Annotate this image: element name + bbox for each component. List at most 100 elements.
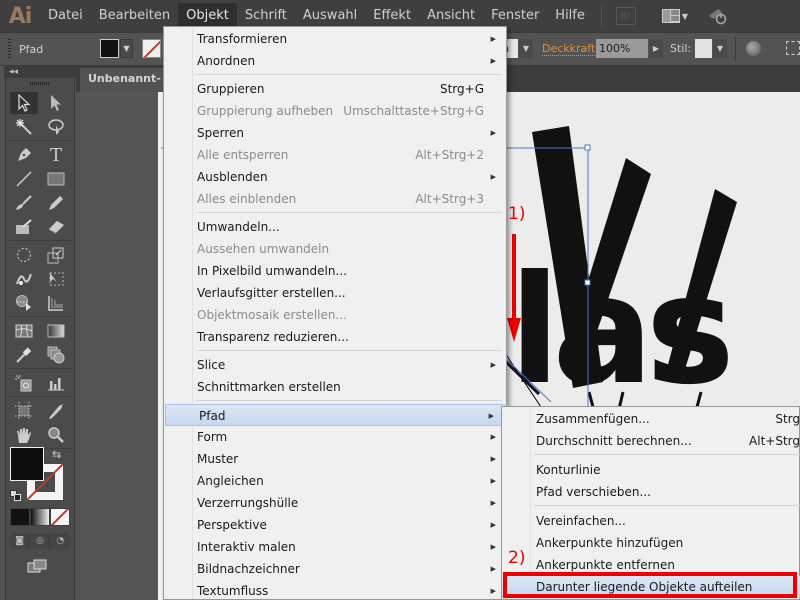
lasso-tool-icon[interactable] [42,116,70,138]
menu-item-schnittmarken-erstellen[interactable]: Schnittmarken erstellen [164,376,506,398]
line-segment-tool-icon[interactable] [10,168,38,190]
style-dropdown[interactable]: ▼ [713,39,727,58]
tool-divider [10,316,72,317]
toolbox-grip[interactable] [30,82,50,85]
hand-tool-icon[interactable] [10,424,38,446]
eraser-tool-icon[interactable] [42,216,70,238]
menu-item-label: Verlaufsgitter erstellen... [197,286,346,300]
menu-item-bildnachzeichner[interactable]: Bildnachzeichner ▶ [164,558,506,580]
free-transform-tool-icon[interactable] [42,268,70,290]
submenu-arrow-icon: ▶ [490,543,496,551]
isolate-object-icon[interactable] [786,41,800,55]
blend-tool-icon[interactable] [42,344,70,366]
menu-item-umwandeln[interactable]: Umwandeln... [164,216,506,238]
collapse-panel-icon[interactable]: ◂◂ [4,66,76,78]
menu-datei[interactable]: Datei [40,3,91,29]
menu-item-konturlinie[interactable]: Konturlinie [502,459,800,481]
rectangle-tool-icon[interactable] [42,168,70,190]
menu-item-angleichen[interactable]: Angleichen ▶ [164,470,506,492]
menu-item-gruppierung-aufheben: Gruppierung aufheben Umschalttaste+Strg+G [164,100,506,122]
menu-item-pfad-verschieben[interactable]: Pfad verschieben... [502,481,800,503]
menu-item-label: Zusammenfügen... [536,412,650,426]
pencil-tool-icon[interactable] [42,192,70,214]
panel-grip[interactable] [8,39,11,59]
default-fill-stroke-icon[interactable] [10,486,21,501]
menu-item-gruppieren[interactable]: Gruppieren Strg+G [164,78,506,100]
recolor-artwork-icon[interactable] [746,41,761,56]
menu-item-verlaufsgitter-erstellen[interactable]: Verlaufsgitter erstellen... [164,282,506,304]
blob-brush-tool-icon[interactable] [10,216,38,238]
opacity-slider-button[interactable]: ▶ [649,39,663,58]
menu-item-transformieren[interactable]: Transformieren ▶ [164,28,506,50]
menu-item-verzerrungshülle[interactable]: Verzerrungshülle ▶ [164,492,506,514]
zoom-tool-icon[interactable] [42,424,70,446]
selection-tool-icon[interactable] [10,92,38,114]
menu-hilfe[interactable]: Hilfe [547,3,593,29]
type-tool-icon[interactable]: T [42,144,70,166]
opacity-input[interactable]: 100% [596,39,648,58]
menu-item-muster[interactable]: Muster ▶ [164,448,506,470]
menu-item-label: Alle entsperren [197,148,289,162]
document-tab[interactable]: Unbenannt-1* [80,68,166,107]
menu-item-durchschnitt-berechnen[interactable]: Durchschnitt berechnen... Alt+Strg [502,430,800,452]
sync-settings-icon[interactable] [706,6,728,26]
menu-item-slice[interactable]: Slice ▶ [164,354,506,376]
none-button[interactable] [51,509,69,525]
opacity-label[interactable]: Deckkraft: [542,42,599,56]
draw-normal-icon[interactable]: ◙ [11,534,30,548]
direct-selection-tool-icon[interactable] [42,92,70,114]
pen-tool-icon[interactable] [10,144,38,166]
submenu-arrow-icon: ▶ [490,565,496,573]
menu-item-interaktiv-malen[interactable]: Interaktiv malen ▶ [164,536,506,558]
symbol-sprayer-tool-icon[interactable] [10,372,38,394]
shape-builder-tool-icon[interactable] [10,292,38,314]
workspace-layout-icon[interactable] [661,9,680,23]
fill-dropdown-button[interactable]: ▼ [120,39,133,58]
control-divider [735,36,736,62]
menu-item-zusammenfügen[interactable]: Zusammenfügen... Strg [502,408,800,430]
menu-item-transparenz-reduzieren[interactable]: Transparenz reduzieren... [164,326,506,348]
menu-item-label: Ankerpunkte hinzufügen [536,536,684,550]
stroke-color-swatch[interactable] [142,39,161,58]
menu-item-ausblenden[interactable]: Ausblenden ▶ [164,166,506,188]
menu-item-perspektive[interactable]: Perspektive ▶ [164,514,506,536]
screen-mode-icon[interactable] [27,558,47,573]
mesh-tool-icon[interactable] [10,320,38,342]
submenu-arrow-icon: ▶ [488,412,494,420]
gradient-tool-icon[interactable] [42,320,70,342]
artboard-tool-icon[interactable] [10,400,38,422]
magic-wand-tool-icon[interactable] [10,116,38,138]
menu-separator [196,74,502,75]
menu-item-pfad[interactable]: Pfad ▶ [165,404,505,426]
gradient-button[interactable] [31,509,49,525]
menu-item-vereinfachen[interactable]: Vereinfachen... [502,510,800,532]
paintbrush-tool-icon[interactable] [10,192,38,214]
fill-color-box[interactable] [10,447,44,481]
artwork-text: las [509,244,729,418]
eyedropper-tool-icon[interactable] [10,344,38,366]
column-graph-tool-icon[interactable] [42,372,70,394]
perspective-grid-tool-icon[interactable] [42,292,70,314]
menu-item-form[interactable]: Form ▶ [164,426,506,448]
draw-inside-icon[interactable]: ◔ [52,534,69,548]
draw-behind-icon[interactable]: ◎ [31,534,50,548]
menu-item-sperren[interactable]: Sperren ▶ [164,122,506,144]
menu-item-label: Pfad verschieben... [536,485,651,499]
bridge-icon[interactable]: Br [615,7,636,25]
blend-mode-dropdown[interactable]: ▼ [519,39,533,58]
color-button[interactable] [11,509,29,525]
menu-item-in-pixelbild-umwandeln[interactable]: In Pixelbild umwandeln... [164,260,506,282]
style-swatch[interactable] [695,39,712,58]
swap-fill-stroke-icon[interactable]: ⇆ [52,448,61,461]
scale-tool-icon[interactable] [42,244,70,266]
chevron-down-icon[interactable]: ▼ [682,12,688,21]
slice-tool-icon[interactable] [42,400,70,422]
menu-item-ankerpunkte-hinzufügen[interactable]: Ankerpunkte hinzufügen [502,532,800,554]
fill-color-swatch[interactable] [100,39,119,58]
selection-handle [584,279,591,286]
menu-item-textumfluss[interactable]: Textumfluss ▶ [164,580,506,600]
submenu-arrow-icon: ▶ [490,129,496,137]
width-tool-icon[interactable] [10,268,38,290]
rotate-tool-icon[interactable] [10,244,38,266]
menu-item-anordnen[interactable]: Anordnen ▶ [164,50,506,72]
